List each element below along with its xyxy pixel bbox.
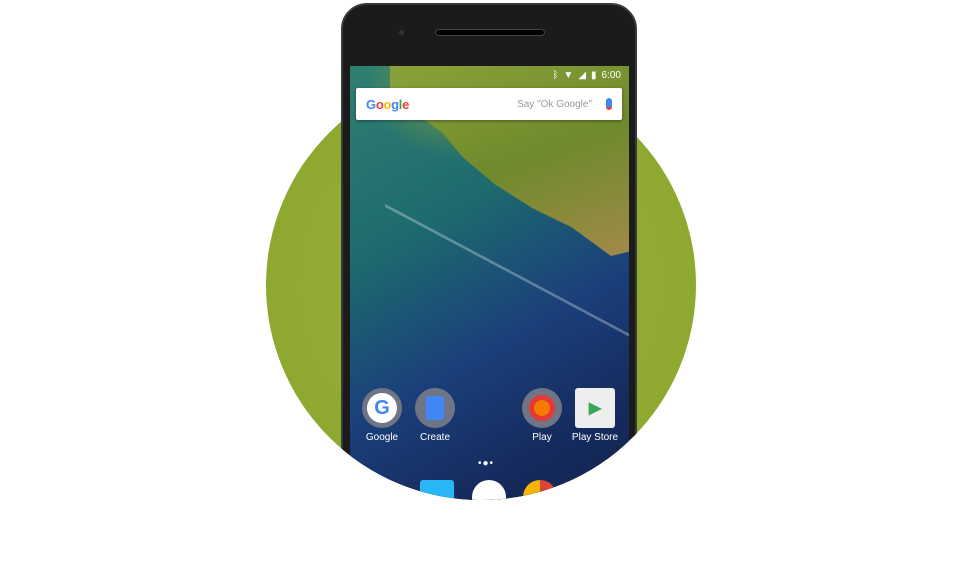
mic-icon[interactable] [606, 98, 612, 110]
app-label: Google [365, 432, 399, 443]
phone-screen: ᛒ ▼ ◢ ▮ 6:00 Google Say "Ok Google" G Go… [350, 66, 629, 566]
docs-icon [415, 388, 455, 428]
google-icon: G [362, 388, 402, 428]
search-hint: Say "Ok Google" [517, 98, 592, 110]
app-label: Play Store [571, 432, 619, 443]
app-play-store[interactable]: ▶ Play Store [565, 388, 625, 443]
status-bar: ᛒ ▼ ◢ ▮ 6:00 [552, 70, 621, 81]
app-create[interactable]: Create [405, 388, 465, 443]
app-play[interactable]: Play [512, 388, 572, 443]
page-indicator[interactable]: •●• [478, 458, 494, 469]
front-camera [399, 30, 404, 35]
bluetooth-icon: ᛒ [552, 70, 559, 81]
play-games-icon [522, 388, 562, 428]
clock: 6:00 [601, 70, 621, 81]
messages-icon[interactable] [420, 480, 454, 514]
app-drawer-icon[interactable] [472, 480, 506, 514]
battery-icon: ▮ [591, 70, 597, 81]
speaker-grille [435, 29, 545, 36]
chrome-icon[interactable] [523, 480, 557, 514]
phone-frame: ᛒ ▼ ◢ ▮ 6:00 Google Say "Ok Google" G Go… [341, 3, 637, 563]
app-label: Create [419, 432, 450, 443]
app-label: Play [532, 432, 552, 443]
signal-icon: ◢ [578, 70, 587, 81]
wifi-icon: ▼ [563, 70, 574, 81]
google-logo: Google [366, 96, 410, 112]
google-search-widget[interactable]: Google Say "Ok Google" [356, 88, 622, 120]
play-store-icon: ▶ [575, 388, 615, 428]
app-google[interactable]: G Google [352, 388, 412, 443]
